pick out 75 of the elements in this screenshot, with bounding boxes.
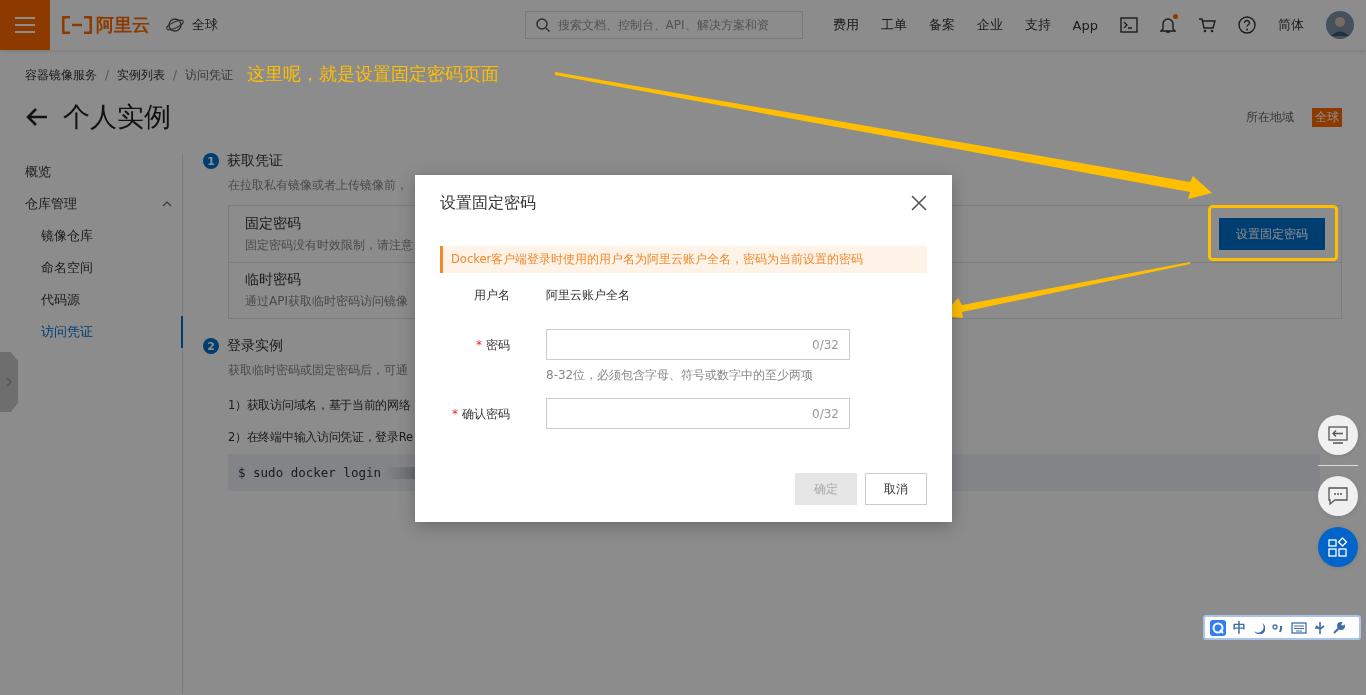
required-mark: * <box>452 406 458 423</box>
annotation-caption: 这里呢，就是设置固定密码页面 <box>247 62 499 86</box>
field-label: 用户名 <box>474 287 510 304</box>
instruction-text: 1）获取访问域名，基于当前的网络 <box>228 398 411 413</box>
sidebar-item[interactable]: 代码源 <box>0 284 182 316</box>
search-icon <box>535 18 550 32</box>
cancel-button[interactable]: 取消 <box>865 473 927 505</box>
wrench-icon[interactable] <box>1333 621 1345 634</box>
chevron-right-icon <box>6 377 12 387</box>
page-title: 个人实例 <box>63 100 171 134</box>
option-description: 通过API获取临时密码访问镜像 <box>245 293 408 310</box>
step-title: 登录实例 <box>227 337 283 355</box>
password-field[interactable]: 0/32 <box>546 329 850 360</box>
option-description: 固定密码没有时效限制，请注意 <box>245 236 413 254</box>
moon-icon[interactable] <box>1253 621 1265 634</box>
logo-icon <box>62 16 92 34</box>
step-number: 1 <box>203 153 219 169</box>
cart-icon[interactable] <box>1198 17 1216 33</box>
globe-icon <box>166 17 184 33</box>
instruction-text: 2）在终端中输入访问凭证，登录Re <box>228 430 413 445</box>
dialog-title: 设置固定密码 <box>440 192 536 214</box>
avatar[interactable] <box>1326 11 1354 39</box>
nav-link[interactable]: 支持 <box>1024 16 1051 34</box>
close-icon[interactable] <box>911 195 927 211</box>
sidebar-item[interactable]: 概览 <box>0 156 182 188</box>
nav-link[interactable]: 企业 <box>976 16 1003 34</box>
step-title: 获取凭证 <box>227 152 283 170</box>
input-method-bar[interactable]: 中 <box>1203 615 1361 640</box>
bell-icon <box>1160 16 1176 34</box>
nav-link[interactable]: 费用 <box>832 16 859 34</box>
help-text: 8-32位，必须包含字母、符号或数字中的至少两项 <box>546 367 815 384</box>
apps-icon <box>1328 537 1348 557</box>
nav-link[interactable]: App <box>1072 17 1098 33</box>
required-mark: * <box>476 337 482 354</box>
notification-button[interactable] <box>1160 16 1176 34</box>
apps-button[interactable] <box>1318 527 1358 567</box>
menu-icon <box>15 17 35 33</box>
set-password-button[interactable]: 设置固定密码 <box>1219 218 1325 250</box>
sidebar-item[interactable]: 访问凭证 <box>0 316 183 348</box>
field-label: 密码 <box>486 337 510 354</box>
sidebar-item[interactable]: 镜像仓库 <box>0 220 182 252</box>
ime-logo-icon <box>1210 619 1226 636</box>
language-selector[interactable]: 简体 <box>1278 16 1304 34</box>
help-icon[interactable] <box>1238 16 1256 34</box>
keyboard-icon[interactable] <box>1291 621 1307 634</box>
sidebar-item[interactable]: 命名空间 <box>0 252 182 284</box>
terminal-icon[interactable] <box>1120 17 1138 33</box>
breadcrumb-separator: / <box>173 68 178 82</box>
option-title: 固定密码 <box>245 214 302 233</box>
sidebar-group[interactable]: 仓库管理 <box>0 188 182 220</box>
breadcrumb-link[interactable]: 实例列表 <box>117 66 166 84</box>
field-label: 确认密码 <box>462 406 510 423</box>
breadcrumb-link[interactable]: 访问凭证 <box>185 66 234 84</box>
breadcrumb-separator: / <box>105 68 110 82</box>
nav-link[interactable]: 备案 <box>928 16 955 34</box>
sidebar-group-label[interactable]: 仓库管理 <box>25 195 77 213</box>
region-label: 所在地域 <box>1246 108 1294 126</box>
region-badge: 全球 <box>1312 107 1342 127</box>
nav-link[interactable]: 工单 <box>880 16 907 34</box>
field-value: 阿里云账户全名 <box>546 287 630 304</box>
input-mode-toggle[interactable]: 中 <box>1233 618 1246 637</box>
exit-button[interactable] <box>1318 415 1358 455</box>
chat-button[interactable] <box>1318 476 1358 516</box>
password-field[interactable]: 0/32 <box>546 398 850 429</box>
command-text: $ sudo docker login <box>238 465 381 480</box>
step-description: 获取临时密码或固定密码后，可通 <box>228 362 408 379</box>
punctuation-icon[interactable] <box>1272 621 1284 634</box>
step-number: 2 <box>203 338 219 354</box>
breadcrumb-link[interactable]: 容器镜像服务 <box>25 66 97 84</box>
chat-icon <box>1328 487 1348 505</box>
region-selector[interactable]: 全球 <box>192 16 218 34</box>
sidebar-toggle[interactable] <box>0 352 18 412</box>
option-title: 临时密码 <box>245 271 302 289</box>
alert-banner: Docker客户端登录时使用的用户名为阿里云账户全名，密码为当前设置的密码 <box>440 246 927 273</box>
back-arrow-icon[interactable] <box>25 107 49 127</box>
